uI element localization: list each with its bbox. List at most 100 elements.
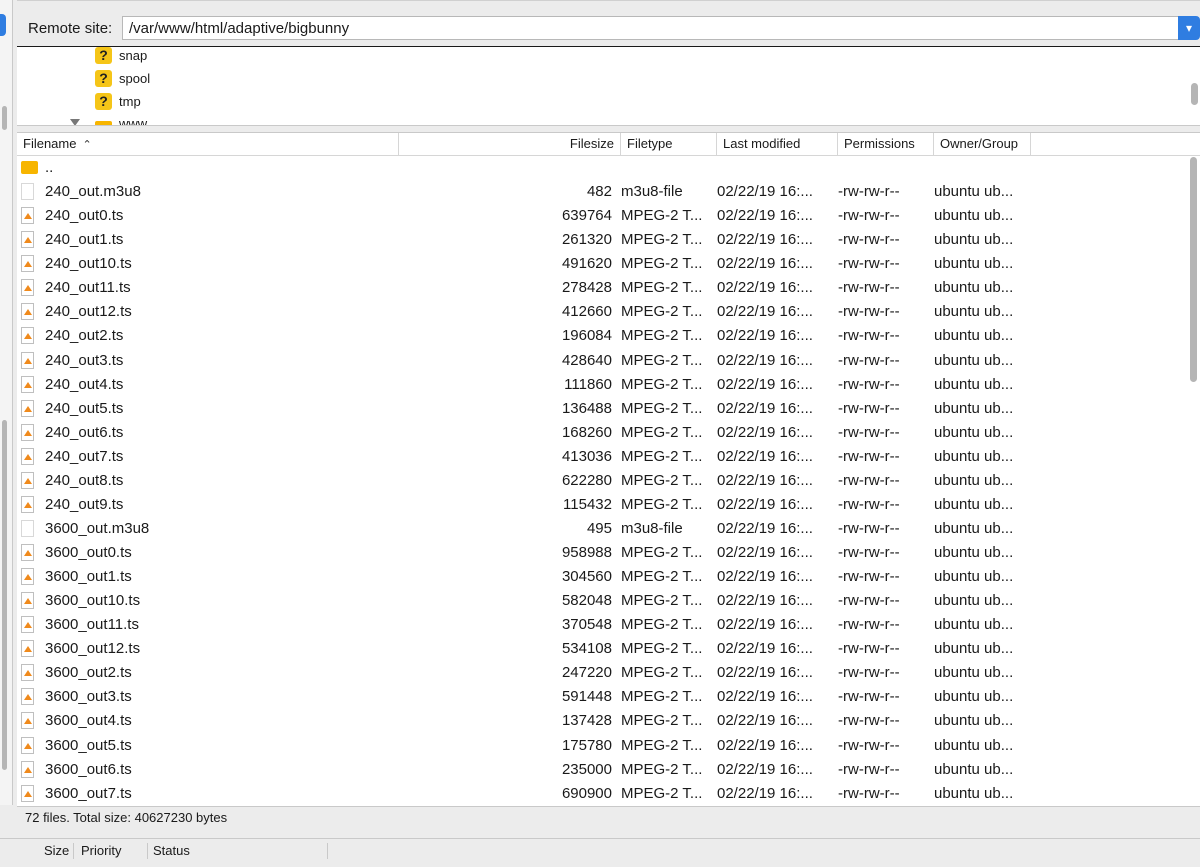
- file-owner: ubuntu ub...: [934, 544, 1014, 561]
- file-name: 3600_out2.ts: [45, 664, 132, 682]
- remote-path-input[interactable]: /var/www/html/adaptive/bigbunny: [122, 16, 1180, 40]
- table-row[interactable]: 3600_out10.ts 582048 MPEG-2 T... 02/22/19 1…: [17, 589, 1200, 613]
- file-modified: 02/22/19 16:...: [717, 760, 813, 778]
- file-owner: ubuntu ub...: [934, 183, 1014, 201]
- file-owner: ubuntu ub...: [934, 207, 1014, 225]
- video-file-icon: [21, 375, 34, 393]
- file-name: 240_out9.ts: [45, 495, 124, 513]
- file-name: 3600_out4.ts: [45, 712, 132, 730]
- table-row[interactable]: 240_out10.ts 491620 MPEG-2 T... 02/22/19 16…: [17, 252, 1200, 276]
- table-row[interactable]: 240_out6.ts 168260 MPEG-2 T... 02/22/19 16:…: [17, 421, 1200, 445]
- video-file-icon: [21, 760, 34, 778]
- file-modified: 02/22/19 16:...: [717, 399, 813, 417]
- file-type: MPEG-2 T...: [621, 351, 703, 369]
- table-row[interactable]: 240_out9.ts 115432 MPEG-2 T... 02/22/19 16:…: [17, 493, 1200, 517]
- table-row[interactable]: 240_out0.ts 639764 MPEG-2 T... 02/22/19 16:…: [17, 204, 1200, 228]
- tree-scrollbar[interactable]: [1191, 83, 1198, 105]
- file-owner: ubuntu ub...: [934, 760, 1014, 778]
- table-row-parent[interactable]: ..: [17, 156, 1200, 180]
- table-row[interactable]: 3600_out4.ts 137428 MPEG-2 T... 02/22/19 16…: [17, 709, 1200, 733]
- file-size: 413036: [561, 447, 612, 465]
- table-row[interactable]: 3600_out7.ts 690900 MPEG-2 T... 02/22/19 16…: [17, 782, 1200, 806]
- remote-file-list: Filename ⌃ Filesize Filetype Last modifie…: [17, 132, 1200, 807]
- file-type: MPEG-2 T...: [621, 207, 703, 225]
- file-icon: [21, 183, 34, 201]
- column-header-filesize[interactable]: Filesize: [399, 133, 621, 155]
- file-name: 240_out12.ts: [45, 303, 132, 321]
- file-size: 261320: [561, 231, 612, 249]
- file-name: 240_out8.ts: [45, 471, 124, 489]
- column-header-owner-group[interactable]: Owner/Group: [934, 133, 1031, 155]
- tree-item-spool[interactable]: ? spool: [95, 67, 150, 89]
- local-tree-scrollbar[interactable]: [2, 106, 7, 130]
- file-type: MPEG-2 T...: [621, 495, 703, 513]
- video-file-icon: [21, 423, 34, 441]
- file-type: MPEG-2 T...: [621, 399, 703, 417]
- file-modified: 02/22/19 16:...: [717, 712, 813, 730]
- chevron-down-icon[interactable]: ▾: [1178, 16, 1200, 40]
- queue-column-size[interactable]: Size: [44, 843, 75, 859]
- file-name: 3600_out10.ts: [45, 592, 141, 610]
- video-file-icon: [21, 303, 34, 321]
- table-row[interactable]: 3600_out6.ts 235000 MPEG-2 T... 02/22/19 16…: [17, 758, 1200, 782]
- queue-header: Size Priority Status: [0, 838, 1200, 863]
- tree-item-www[interactable]: www: [95, 112, 147, 125]
- column-header-filetype[interactable]: Filetype: [621, 133, 717, 155]
- file-name: 3600_out6.ts: [45, 760, 132, 778]
- table-row[interactable]: 240_out2.ts 196084 MPEG-2 T... 02/22/19 16:…: [17, 324, 1200, 348]
- column-header-permissions[interactable]: Permissions: [838, 133, 934, 155]
- table-row[interactable]: 240_out4.ts 111860 MPEG-2 T... 02/22/19 16:…: [17, 373, 1200, 397]
- file-modified: 02/22/19 16:...: [717, 183, 813, 201]
- file-permissions: -rw-rw-r--: [838, 736, 900, 754]
- queue-column-priority[interactable]: Priority: [81, 843, 148, 859]
- video-file-icon: [21, 471, 34, 489]
- unknown-folder-icon: ?: [95, 47, 112, 64]
- table-row[interactable]: 3600_out.m3u8 495 m3u8-file 02/22/19 16:...…: [17, 517, 1200, 541]
- expand-arrow-icon[interactable]: [70, 119, 80, 125]
- file-size: 111860: [564, 375, 612, 393]
- tree-item-label: spool: [119, 70, 151, 86]
- column-header-label: Owner/Group: [940, 136, 1019, 151]
- table-row[interactable]: 240_out8.ts 622280 MPEG-2 T... 02/22/19 16:…: [17, 469, 1200, 493]
- file-type: MPEG-2 T...: [621, 447, 703, 465]
- column-header-last-modified[interactable]: Last modified: [717, 133, 838, 155]
- file-list-scrollbar[interactable]: [1190, 157, 1197, 382]
- table-row[interactable]: 3600_out3.ts 591448 MPEG-2 T... 02/22/19 16…: [17, 685, 1200, 709]
- table-row[interactable]: 3600_out11.ts 370548 MPEG-2 T... 02/22/19 1…: [17, 613, 1200, 637]
- file-size: 491620: [561, 255, 612, 273]
- tree-item-snap[interactable]: ? snap: [95, 47, 147, 66]
- file-name: 240_out3.ts: [45, 351, 124, 369]
- table-row[interactable]: 3600_out2.ts 247220 MPEG-2 T... 02/22/19 16…: [17, 661, 1200, 685]
- file-size: 534108: [561, 640, 612, 658]
- file-name: 3600_out5.ts: [45, 736, 132, 754]
- file-size: 690900: [561, 784, 612, 802]
- file-name: 3600_out7.ts: [45, 784, 132, 802]
- file-size: 591448: [561, 688, 612, 706]
- table-row[interactable]: 240_out7.ts 413036 MPEG-2 T... 02/22/19 16:…: [17, 445, 1200, 469]
- local-site-dropdown-button[interactable]: [0, 14, 6, 36]
- file-modified: 02/22/19 16:...: [717, 327, 813, 345]
- file-owner: ubuntu ub...: [934, 375, 1014, 393]
- video-file-icon: [21, 664, 34, 682]
- table-row[interactable]: 3600_out1.ts 304560 MPEG-2 T... 02/22/19 16…: [17, 565, 1200, 589]
- file-modified: 02/22/19 16:...: [717, 255, 813, 273]
- table-row[interactable]: 3600_out0.ts 958988 MPEG-2 T... 02/22/19 16…: [17, 541, 1200, 565]
- table-row[interactable]: 240_out.m3u8 482 m3u8-file 02/22/19 16:... -…: [17, 180, 1200, 204]
- file-size: 136488: [561, 399, 612, 417]
- table-row[interactable]: 3600_out5.ts 175780 MPEG-2 T... 02/22/19 16…: [17, 734, 1200, 758]
- file-type: MPEG-2 T...: [621, 544, 703, 561]
- tree-item-tmp[interactable]: ? tmp: [95, 90, 141, 112]
- table-row[interactable]: 240_out12.ts 412660 MPEG-2 T... 02/22/19 16…: [17, 300, 1200, 324]
- table-row[interactable]: 240_out3.ts 428640 MPEG-2 T... 02/22/19 16:…: [17, 349, 1200, 373]
- file-permissions: -rw-rw-r--: [838, 375, 900, 393]
- local-list-scrollbar[interactable]: [2, 420, 7, 770]
- table-row[interactable]: 3600_out12.ts 534108 MPEG-2 T... 02/22/19 1…: [17, 637, 1200, 661]
- file-permissions: -rw-rw-r--: [838, 183, 900, 201]
- file-name: 3600_out0.ts: [45, 544, 132, 561]
- table-row[interactable]: 240_out1.ts 261320 MPEG-2 T... 02/22/19 16:…: [17, 228, 1200, 252]
- table-row[interactable]: 240_out11.ts 278428 MPEG-2 T... 02/22/19 16…: [17, 276, 1200, 300]
- table-row[interactable]: 240_out5.ts 136488 MPEG-2 T... 02/22/19 16:…: [17, 397, 1200, 421]
- file-permissions: -rw-rw-r--: [838, 592, 900, 610]
- queue-column-status[interactable]: Status: [153, 843, 328, 859]
- column-header-filename[interactable]: Filename ⌃: [17, 133, 399, 155]
